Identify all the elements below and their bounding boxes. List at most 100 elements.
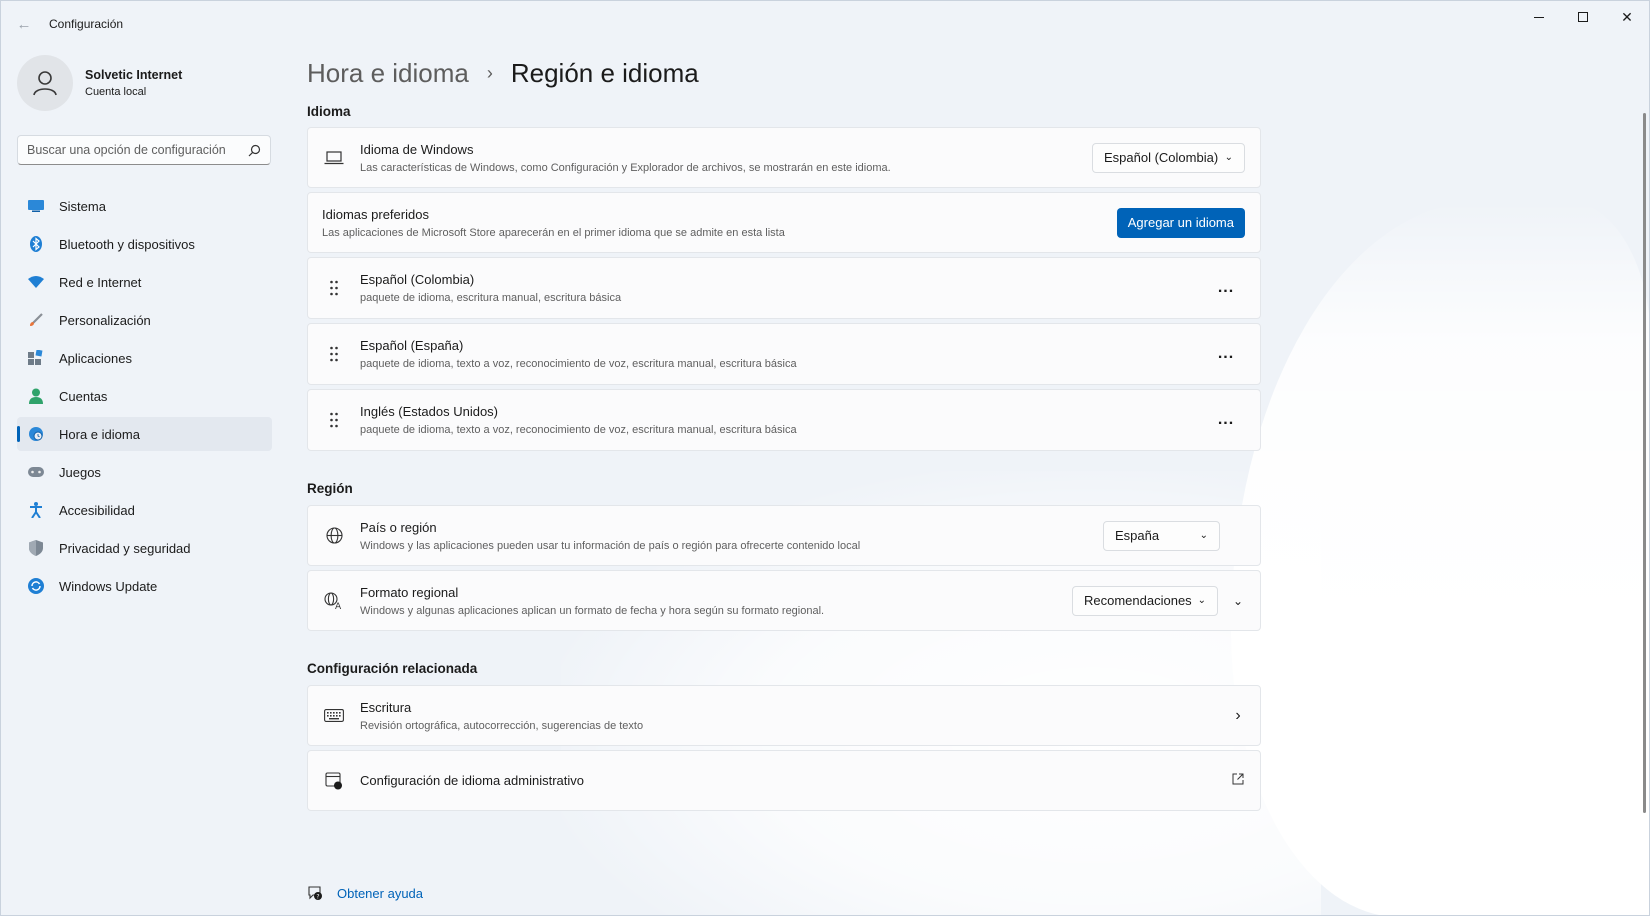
breadcrumb: Hora e idioma › Región e idioma xyxy=(307,47,1307,99)
minimize-icon xyxy=(1534,16,1544,18)
sidebar-item-bluetooth[interactable]: Bluetooth y dispositivos xyxy=(17,227,272,261)
typing-subtitle: Revisión ortográfica, autocorrección, su… xyxy=(360,719,644,732)
sidebar-item-label: Cuentas xyxy=(59,388,108,404)
admin-window-icon xyxy=(308,771,360,790)
sidebar-item-sistema[interactable]: Sistema xyxy=(17,189,272,223)
sidebar-item-label: Red e Internet xyxy=(59,274,142,290)
country-dropdown[interactable]: España ⌄ xyxy=(1103,520,1220,551)
window-controls: ✕ xyxy=(1517,1,1649,33)
search-input[interactable]: Buscar una opción de configuración xyxy=(17,135,271,165)
background-decoration-right xyxy=(1231,201,1649,915)
gamepad-icon xyxy=(27,463,45,481)
back-button[interactable]: ← xyxy=(1,1,47,47)
language-name: Español (Colombia) xyxy=(360,272,475,287)
brush-icon xyxy=(27,311,45,329)
settings-window: ← Configuración ✕ Solvetic Internet Cuen… xyxy=(0,0,1650,916)
globe-icon xyxy=(308,527,360,544)
user-profile[interactable]: Solvetic Internet Cuenta local xyxy=(17,55,182,111)
breadcrumb-separator: › xyxy=(486,62,493,83)
page-title: Región e idioma xyxy=(510,57,699,88)
sidebar-item-privacidad[interactable]: Privacidad y seguridad xyxy=(17,531,272,565)
monitor-icon xyxy=(27,197,45,215)
windows-language-value: Español (Colombia) xyxy=(1104,150,1219,165)
admin-language-card[interactable]: Configuración de idioma administrativo xyxy=(307,750,1261,811)
globe-clock-icon xyxy=(27,425,45,443)
preferred-languages-title: Idiomas preferidos xyxy=(322,206,429,222)
language-name: Español (España) xyxy=(360,338,464,353)
language-features: paquete de idioma, texto a voz, reconoci… xyxy=(360,358,797,370)
keyboard-icon xyxy=(308,709,360,722)
apps-icon xyxy=(27,349,45,367)
sidebar-item-label: Personalización xyxy=(59,312,151,328)
typing-title: Escritura xyxy=(360,699,412,715)
sidebar-item-accesibilidad[interactable]: Accesibilidad xyxy=(17,493,272,527)
typing-card[interactable]: Escritura Revisión ortográfica, autocorr… xyxy=(307,685,1261,746)
windows-language-title: Idioma de Windows xyxy=(360,141,474,157)
country-region-card: País o región Windows y las aplicaciones… xyxy=(307,505,1261,566)
app-title: Configuración xyxy=(49,17,124,31)
drag-handle-icon[interactable] xyxy=(308,412,360,428)
scrollbar[interactable] xyxy=(1643,113,1646,813)
person-icon xyxy=(27,387,45,405)
bluetooth-icon xyxy=(27,235,45,253)
preferred-languages-card: Idiomas preferidos Las aplicaciones de M… xyxy=(307,192,1261,253)
close-button[interactable]: ✕ xyxy=(1605,1,1649,33)
sidebar-item-personalizacion[interactable]: Personalización xyxy=(17,303,272,337)
more-options-button[interactable]: ... xyxy=(1206,279,1246,297)
drag-handle-icon[interactable] xyxy=(308,280,360,296)
windows-language-card: Idioma de Windows Las características de… xyxy=(307,127,1261,188)
sidebar-item-aplicaciones[interactable]: Aplicaciones xyxy=(17,341,272,375)
regional-format-subtitle: Windows y algunas aplicaciones aplican u… xyxy=(360,604,825,617)
more-options-button[interactable]: ... xyxy=(1206,411,1246,429)
search-placeholder: Buscar una opción de configuración xyxy=(27,143,226,157)
person-avatar-icon xyxy=(33,71,57,96)
chevron-right-icon: › xyxy=(1235,706,1241,724)
svg-text:?: ? xyxy=(316,893,319,900)
sidebar-item-juegos[interactable]: Juegos xyxy=(17,455,272,489)
sidebar-item-label: Aplicaciones xyxy=(59,350,132,366)
expand-chevron-icon[interactable]: ⌄ xyxy=(1226,594,1250,608)
title-bar: ← Configuración ✕ xyxy=(1,1,1649,47)
add-language-button[interactable]: Agregar un idioma xyxy=(1116,207,1245,238)
section-title-related: Configuración relacionada xyxy=(307,661,478,676)
language-row: Inglés (Estados Unidos) paquete de idiom… xyxy=(307,389,1261,451)
close-icon: ✕ xyxy=(1621,8,1633,25)
regional-format-card: A Formato regional Windows y algunas apl… xyxy=(307,570,1261,631)
regional-format-value: Recomendaciones xyxy=(1084,593,1192,608)
user-account-type: Cuenta local xyxy=(85,86,147,98)
drag-handle-icon[interactable] xyxy=(308,346,360,362)
avatar xyxy=(17,55,73,111)
admin-language-title: Configuración de idioma administrativo xyxy=(360,773,585,788)
windows-language-dropdown[interactable]: Español (Colombia) ⌄ xyxy=(1092,142,1245,173)
minimize-button[interactable] xyxy=(1517,1,1561,33)
regional-format-dropdown[interactable]: Recomendaciones ⌄ xyxy=(1072,585,1218,616)
laptop-icon xyxy=(308,150,360,165)
sidebar-item-cuentas[interactable]: Cuentas xyxy=(17,379,272,413)
svg-text:A: A xyxy=(335,602,342,610)
language-features: paquete de idioma, texto a voz, reconoci… xyxy=(360,424,797,436)
back-arrow-icon: ← xyxy=(16,15,32,33)
section-title-region: Región xyxy=(307,481,353,496)
breadcrumb-parent[interactable]: Hora e idioma xyxy=(307,58,469,89)
country-region-subtitle: Windows y las aplicaciones pueden usar t… xyxy=(360,539,861,552)
sidebar-item-red[interactable]: Red e Internet xyxy=(17,265,272,299)
get-help-link[interactable]: Obtener ayuda xyxy=(337,886,423,901)
sidebar-item-hora-idioma[interactable]: Hora e idioma xyxy=(17,417,272,451)
chevron-down-icon: ⌄ xyxy=(1199,530,1208,541)
shield-icon xyxy=(27,539,45,557)
maximize-button[interactable] xyxy=(1561,1,1605,33)
language-name: Inglés (Estados Unidos) xyxy=(360,404,499,419)
language-row: Español (España) paquete de idioma, text… xyxy=(307,323,1261,385)
sidebar-item-label: Sistema xyxy=(59,198,106,214)
sidebar-item-label: Windows Update xyxy=(59,578,158,594)
sidebar-nav: Sistema Bluetooth y dispositivos Red e I… xyxy=(17,189,272,607)
sidebar-item-label: Hora e idioma xyxy=(59,426,140,442)
sidebar-item-windows-update[interactable]: Windows Update xyxy=(17,569,272,603)
preferred-languages-subtitle: Las aplicaciones de Microsoft Store apar… xyxy=(322,226,785,239)
chevron-down-icon: ⌄ xyxy=(1224,152,1233,163)
sidebar: Solvetic Internet Cuenta local Buscar un… xyxy=(1,47,281,915)
more-options-button[interactable]: ... xyxy=(1206,345,1246,363)
section-title-idioma: Idioma xyxy=(307,104,351,119)
sidebar-item-label: Juegos xyxy=(59,464,101,480)
language-row: Español (Colombia) paquete de idioma, es… xyxy=(307,257,1261,319)
